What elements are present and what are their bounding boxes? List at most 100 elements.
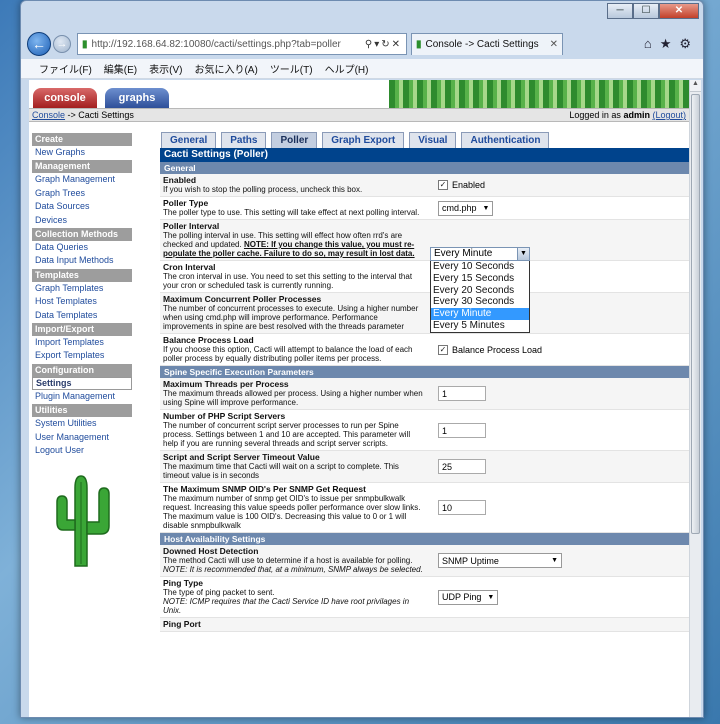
dropdown-option[interactable]: Every 20 Seconds	[431, 285, 529, 297]
chevron-down-icon[interactable]: ▼	[551, 557, 558, 564]
menu-item[interactable]: ファイル(F)	[39, 61, 92, 76]
chevron-down-icon[interactable]: ▼	[517, 248, 529, 260]
sidebar-item-host-templates[interactable]: Host Templates	[32, 295, 132, 308]
dropdown-option[interactable]: Every Minute	[431, 308, 529, 320]
tab-visual[interactable]: Visual	[409, 132, 457, 148]
maximize-button[interactable]: ☐	[633, 3, 659, 19]
setting-row: Maximum Threads per Process The maximum t…	[160, 378, 689, 410]
sidebar-item-system-utilities[interactable]: System Utilities	[32, 417, 132, 430]
close-button[interactable]: ✕	[659, 3, 699, 19]
sidebar-item-graph-trees[interactable]: Graph Trees	[32, 187, 132, 200]
sidebar-item-logout-user[interactable]: Logout User	[32, 444, 132, 457]
setting-label: Balance Process Load	[163, 335, 254, 345]
tab-authentication[interactable]: Authentication	[461, 132, 550, 148]
browser-tab[interactable]: ▮ Console -> Cacti Settings ✕	[411, 33, 563, 55]
tab-general[interactable]: General	[161, 132, 217, 148]
poller-interval-select[interactable]: Every Minute ▼	[430, 247, 530, 261]
tab-graph-export[interactable]: Graph Export	[322, 132, 405, 148]
login-prefix: Logged in as	[569, 110, 624, 120]
tab-poller[interactable]: Poller	[271, 132, 318, 148]
setting-control: 1	[430, 410, 689, 450]
minimize-button[interactable]: ─	[607, 3, 633, 19]
setting-control: 10	[430, 483, 689, 532]
setting-label: Downed Host Detection	[163, 546, 259, 556]
setting-description: Poller Type The poller type to use. This …	[160, 197, 430, 219]
home-icon[interactable]: ⌂	[644, 36, 652, 52]
setting-help: The cron interval in use. You need to se…	[163, 272, 413, 290]
menu-item[interactable]: 表示(V)	[149, 61, 182, 76]
setting-description: Ping Port	[160, 618, 430, 631]
url-text: http://192.168.64.82:10080/cacti/setting…	[91, 38, 341, 50]
menu-item[interactable]: ツール(T)	[270, 61, 313, 76]
section-rows: Maximum Threads per Process The maximum t…	[160, 378, 689, 533]
console-tab[interactable]: console	[33, 88, 97, 108]
tab-paths[interactable]: Paths	[221, 132, 267, 148]
sidebar-item-data-sources[interactable]: Data Sources	[32, 200, 132, 213]
chevron-down-icon[interactable]: ▼	[487, 594, 494, 601]
dropdown-option[interactable]: Every 10 Seconds	[431, 261, 529, 273]
menu-item[interactable]: ヘルプ(H)	[325, 61, 369, 76]
select-field[interactable]: UDP Ping ▼	[438, 589, 499, 605]
address-controls[interactable]: ⚲▾↻✕	[365, 39, 402, 50]
setting-label: Ping Port	[163, 619, 201, 629]
dropdown-option[interactable]: Every 30 Seconds	[431, 296, 529, 308]
back-arrow-icon[interactable]: ←	[27, 32, 51, 56]
poller-interval-dropdown: Every 10 Seconds Every 15 Seconds Every 20…	[430, 260, 530, 333]
logout-link[interactable]: (Logout)	[652, 110, 686, 120]
breadcrumb-console-link[interactable]: Console	[32, 110, 65, 120]
setting-control: cmd.php ▼	[430, 197, 689, 219]
scrollbar-thumb[interactable]	[691, 94, 700, 534]
sidebar-item-devices[interactable]: Devices	[32, 214, 132, 227]
checkbox-label: Enabled	[452, 180, 486, 190]
select-field[interactable]: cmd.php ▼	[438, 200, 494, 216]
close-tab-icon[interactable]: ✕	[550, 39, 558, 50]
text-input[interactable]: 10	[438, 500, 486, 515]
sidebar-item-plugin-management[interactable]: Plugin Management	[32, 390, 132, 403]
dropdown-option[interactable]: Every 5 Minutes	[431, 320, 529, 332]
setting-row: Poller Interval The polling interval in u…	[160, 220, 689, 261]
sidebar-item-settings[interactable]: Settings	[32, 376, 132, 391]
setting-control	[430, 618, 689, 631]
browser-tools: ⌂ ★ ⚙	[644, 36, 697, 52]
address-bar[interactable]: ▮ http://192.168.64.82:10080/cacti/setti…	[77, 33, 407, 55]
setting-row: Maximum Concurrent Poller Processes The n…	[160, 293, 689, 334]
dropdown-option[interactable]: Every 15 Seconds	[431, 273, 529, 285]
menu-item[interactable]: お気に入り(A)	[194, 61, 257, 76]
sidebar-item-data-queries[interactable]: Data Queries	[32, 241, 132, 254]
sidebar-item-data-templates[interactable]: Data Templates	[32, 309, 132, 322]
checkbox[interactable]: ✓	[438, 344, 448, 355]
setting-description: Cron Interval The cron interval in use. Y…	[160, 261, 430, 292]
setting-row: The Maximum SNMP OID's Per SNMP Get Requ…	[160, 483, 689, 533]
sidebar-item-graph-templates[interactable]: Graph Templates	[32, 282, 132, 295]
setting-help: If you choose this option, Cacti will at…	[163, 345, 413, 363]
sidebar-item-user-management[interactable]: User Management	[32, 431, 132, 444]
gear-icon[interactable]: ⚙	[679, 36, 691, 52]
page-scrollbar[interactable]: ▲	[689, 80, 701, 717]
section-header: Spine Specific Execution Parameters	[160, 366, 689, 378]
star-icon[interactable]: ★	[660, 36, 672, 52]
setting-control: UDP Ping ▼	[430, 577, 689, 617]
menu-item[interactable]: 編集(E)	[104, 61, 137, 76]
sidebar-item-new-graphs[interactable]: New Graphs	[32, 146, 132, 159]
text-input[interactable]: 1	[438, 422, 486, 438]
checkbox[interactable]: ✓	[438, 180, 448, 190]
sidebar-item-import-templates[interactable]: Import Templates	[32, 336, 132, 349]
menu-bar: ファイル(F) 編集(E) 表示(V) お気に入り(A) ツール(T) ヘルプ(H)	[21, 59, 703, 79]
select-field[interactable]: SNMP Uptime ▼	[438, 553, 562, 568]
setting-note: NOTE: ICMP requires that the Cacti Servi…	[163, 597, 410, 615]
text-input[interactable]: 25	[438, 459, 486, 474]
sidebar-item-data-input-methods[interactable]: Data Input Methods	[32, 254, 132, 267]
setting-help: The maximum time that Cacti will wait on…	[163, 462, 399, 480]
setting-label: Script and Script Server Timeout Value	[163, 452, 320, 462]
chevron-down-icon[interactable]: ▼	[483, 205, 490, 212]
sidebar-item-graph-management[interactable]: Graph Management	[32, 173, 132, 186]
forward-arrow-icon[interactable]: →	[53, 35, 71, 53]
setting-help: The type of ping packet to sent.	[163, 588, 275, 597]
scroll-up-icon[interactable]: ▲	[690, 80, 701, 92]
sidebar-item-export-templates[interactable]: Export Templates	[32, 349, 132, 362]
graphs-tab[interactable]: graphs	[105, 88, 169, 108]
text-input[interactable]: 1	[438, 386, 486, 401]
page-content: console graphs Console -> Cacti Settings…	[29, 80, 689, 717]
section-rows: Enabled If you wish to stop the polling p…	[160, 174, 689, 366]
setting-help: The poller type to use. This setting wil…	[163, 208, 420, 217]
